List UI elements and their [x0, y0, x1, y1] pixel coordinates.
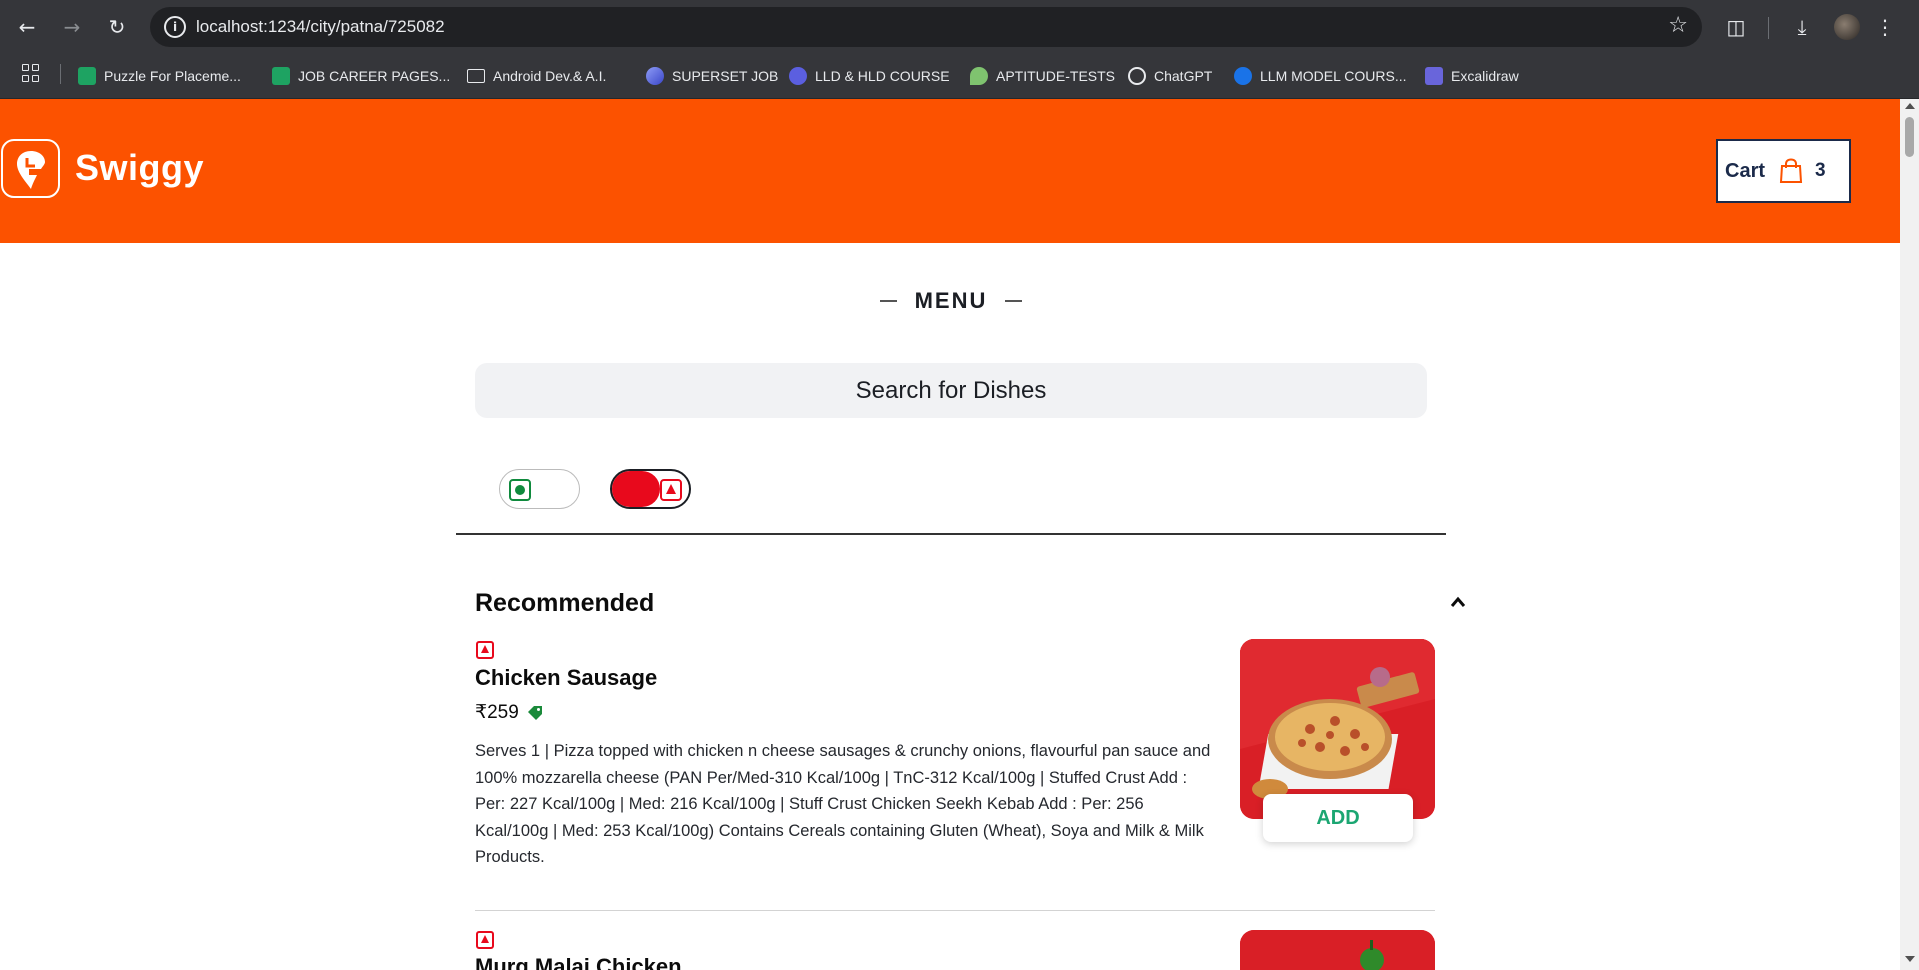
back-icon[interactable]: ←	[13, 13, 41, 41]
cart-count: 3	[1815, 160, 1826, 181]
more-menu-icon[interactable]: ⋮	[1871, 13, 1899, 41]
veg-filter-toggle[interactable]	[499, 469, 580, 509]
dish-description: Serves 1 | Pizza topped with chicken n c…	[475, 742, 1211, 866]
openai-icon	[1128, 67, 1146, 85]
c-icon	[1234, 67, 1252, 85]
url-text[interactable]: localhost:1234/city/patna/725082	[196, 17, 445, 37]
bookmark-android-dev[interactable]: Android Dev.& A.I.	[467, 64, 606, 88]
dish-name: Murg Malai Chicken	[475, 954, 682, 970]
page-scrollbar[interactable]	[1900, 99, 1919, 970]
shopping-bag-icon	[1779, 158, 1803, 183]
page-content: Swiggy Cart 3 MENU Search for Dishes Rec…	[0, 99, 1900, 970]
sheets-icon	[272, 67, 290, 85]
bookmark-label: LLD & HLD COURSE	[815, 68, 950, 84]
bookmark-lld-hld[interactable]: LLD & HLD COURSE	[789, 64, 950, 88]
sheets-icon	[78, 67, 96, 85]
bookmark-puzzle[interactable]: Puzzle For Placeme...	[78, 64, 241, 88]
nonveg-filter-toggle[interactable]	[610, 469, 691, 509]
dish-image[interactable]	[1240, 930, 1435, 970]
bookmark-superset[interactable]: SUPERSET JOB	[646, 64, 778, 88]
menu-title: MENU	[914, 288, 988, 313]
reload-icon[interactable]: ↻	[103, 13, 131, 41]
swiggy-logo-icon[interactable]	[1, 139, 60, 198]
cart-label: Cart	[1725, 159, 1766, 182]
excalidraw-icon	[1425, 67, 1443, 85]
download-icon[interactable]: ⤓	[1788, 13, 1816, 41]
bookmark-label: APTITUDE-TESTS	[996, 68, 1116, 84]
forward-icon[interactable]: →	[58, 13, 86, 41]
bookmark-label: SUPERSET JOB	[672, 68, 779, 84]
brand-name[interactable]: Swiggy	[75, 147, 204, 189]
superset-icon	[646, 67, 664, 85]
bookmark-excalidraw[interactable]: Excalidraw	[1425, 64, 1519, 88]
toolbar-divider	[1768, 17, 1769, 39]
veg-icon	[509, 479, 531, 501]
cart-button[interactable]: Cart 3	[1716, 139, 1851, 203]
menu-divider	[456, 533, 1446, 535]
address-row: ← → ↻ i localhost:1234/city/patna/725082…	[0, 0, 1919, 54]
bookmarks-divider	[60, 64, 61, 84]
bookmark-job-career[interactable]: JOB CAREER PAGES...	[272, 64, 450, 88]
item-divider	[475, 910, 1435, 911]
p-icon	[789, 67, 807, 85]
dish-search-input[interactable]: Search for Dishes	[475, 363, 1427, 418]
menu-decor-right	[1005, 300, 1022, 302]
site-info-icon[interactable]: i	[164, 16, 186, 38]
chevron-up-icon[interactable]	[1450, 594, 1466, 610]
scroll-up-icon[interactable]	[1905, 103, 1915, 109]
bookmark-llm-course[interactable]: LLM MODEL COURS...	[1234, 64, 1407, 88]
bookmark-label: ChatGPT	[1154, 68, 1213, 84]
offer-tag-icon	[527, 705, 542, 720]
nonveg-icon	[476, 641, 494, 659]
section-title[interactable]: Recommended	[475, 589, 654, 618]
toggle-fill	[612, 471, 660, 507]
bookmark-label: Excalidraw	[1451, 68, 1519, 84]
add-to-cart-button[interactable]: ADD	[1263, 794, 1413, 842]
bookmark-label: JOB CAREER PAGES...	[298, 68, 451, 84]
bookmark-label: LLM MODEL COURS...	[1260, 68, 1407, 84]
browser-chrome: ← → ↻ i localhost:1234/city/patna/725082…	[0, 0, 1919, 99]
menu-heading: MENU	[862, 286, 1040, 316]
bookmark-aptitude[interactable]: APTITUDE-TESTS	[970, 64, 1115, 88]
dish-name: Chicken Sausage	[475, 665, 658, 690]
nonveg-icon	[660, 479, 682, 501]
scroll-thumb[interactable]	[1905, 117, 1914, 157]
bookmark-label: Android Dev.& A.I.	[493, 68, 607, 84]
address-bar[interactable]: i localhost:1234/city/patna/725082 ☆	[150, 7, 1702, 47]
bookmark-label: Puzzle For Placeme...	[104, 68, 241, 84]
dish-price: ₹259	[475, 702, 519, 723]
menu-decor-left	[880, 300, 897, 302]
dish-image[interactable]	[1240, 639, 1435, 819]
apps-grid-icon[interactable]	[22, 64, 40, 82]
extensions-icon[interactable]: ◫	[1722, 13, 1750, 41]
dish-price-row: ₹259	[475, 701, 543, 724]
bookmark-star-icon[interactable]: ☆	[1668, 13, 1688, 38]
scroll-down-icon[interactable]	[1905, 956, 1915, 962]
nonveg-icon	[476, 931, 494, 949]
bookmark-chatgpt[interactable]: ChatGPT	[1128, 64, 1212, 88]
leaf-icon	[970, 67, 988, 85]
folder-icon	[467, 69, 485, 83]
profile-avatar[interactable]	[1834, 14, 1860, 40]
site-header: Swiggy Cart 3	[0, 99, 1900, 243]
